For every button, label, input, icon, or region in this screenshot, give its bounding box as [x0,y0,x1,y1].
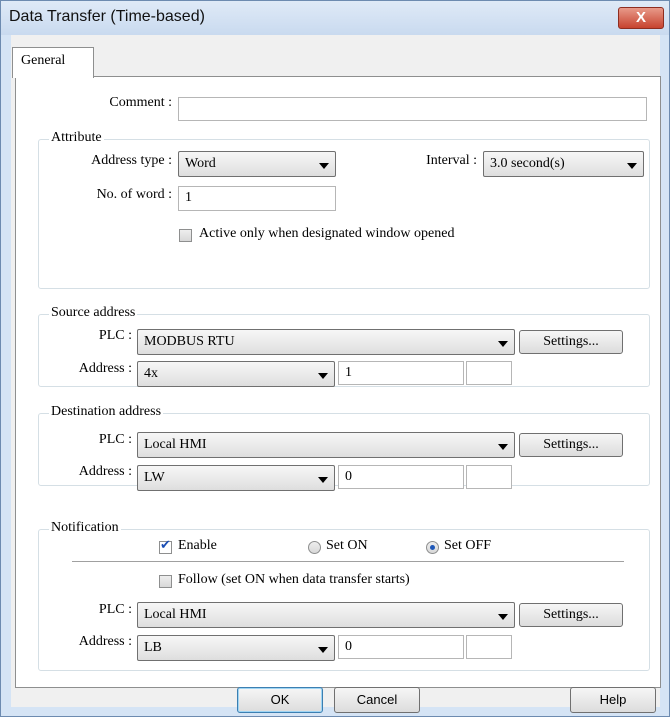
no-of-word-label: No. of word : [96,187,172,202]
chevron-down-icon [318,477,328,483]
source-plc-label: PLC : [98,328,132,343]
address-type-select[interactable]: Word [178,151,336,177]
ok-button[interactable]: OK [237,687,323,713]
notification-address-type-select[interactable]: LB [137,635,335,661]
tab-general[interactable]: General [12,47,94,78]
chevron-down-icon [498,341,508,347]
chevron-down-icon [318,373,328,379]
general-panel: Comment : Attribute Address type : Word … [15,76,661,688]
close-icon: X [635,9,646,26]
notification-plc-select[interactable]: Local HMI [137,602,515,628]
tab-general-label: General [21,53,66,68]
window-title: Data Transfer (Time-based) [9,8,205,25]
active-only-label: Active only when designated window opene… [199,226,455,241]
enable-label: Enable [178,538,217,553]
source-address-input[interactable]: 1 [338,361,464,385]
destination-address-input[interactable]: 0 [338,465,464,489]
chevron-down-icon [498,614,508,620]
destination-address-label: Address : [78,464,132,479]
comment-label: Comment : [109,95,172,110]
notification-address-type-value: LB [144,640,162,655]
source-address-title: Source address [49,305,138,321]
notification-divider [72,561,624,562]
notification-address-extra-input[interactable] [466,635,512,659]
source-address-value: 1 [345,365,352,380]
notification-address-input[interactable]: 0 [338,635,464,659]
follow-checkbox[interactable] [159,575,172,588]
destination-plc-value: Local HMI [144,437,207,452]
notification-plc-label: PLC : [98,602,132,617]
chevron-down-icon [318,647,328,653]
interval-value: 3.0 second(s) [490,156,565,171]
notification-plc-value: Local HMI [144,607,207,622]
source-address-label: Address : [78,361,132,376]
cancel-button[interactable]: Cancel [334,687,420,713]
address-type-label: Address type : [91,153,172,168]
title-bar[interactable]: Data Transfer (Time-based) X [1,1,669,35]
destination-address-extra-input[interactable] [466,465,512,489]
chevron-down-icon [498,444,508,450]
address-type-value: Word [185,156,216,171]
source-plc-select[interactable]: MODBUS RTU [137,329,515,355]
destination-address-title: Destination address [49,404,164,420]
help-button[interactable]: Help [570,687,656,713]
source-address-type-value: 4x [144,366,158,381]
comment-input[interactable] [178,97,647,121]
destination-address-type-value: LW [144,470,165,485]
notification-address-label: Address : [78,634,132,649]
destination-address-value: 0 [345,469,352,484]
destination-plc-label: PLC : [98,432,132,447]
set-on-radio[interactable] [308,541,321,554]
set-off-label: Set OFF [444,538,492,553]
notification-settings-button[interactable]: Settings... [519,603,623,627]
chevron-down-icon [627,163,637,169]
attribute-group-title: Attribute [49,130,104,146]
close-button[interactable]: X [618,7,664,29]
destination-settings-button[interactable]: Settings... [519,433,623,457]
destination-address-type-select[interactable]: LW [137,465,335,491]
no-of-word-input[interactable]: 1 [178,186,336,211]
notification-address-value: 0 [345,639,352,654]
follow-label: Follow (set ON when data transfer starts… [178,572,410,587]
chevron-down-icon [319,163,329,169]
source-address-type-select[interactable]: 4x [137,361,335,387]
destination-plc-select[interactable]: Local HMI [137,432,515,458]
source-plc-value: MODBUS RTU [144,334,235,349]
active-only-checkbox[interactable] [179,229,192,242]
no-of-word-value: 1 [185,190,192,205]
set-off-radio[interactable] [426,541,439,554]
source-address-extra-input[interactable] [466,361,512,385]
notification-title: Notification [49,520,121,536]
interval-label: Interval : [426,153,477,168]
source-settings-button[interactable]: Settings... [519,330,623,354]
set-on-label: Set ON [326,538,368,553]
interval-select[interactable]: 3.0 second(s) [483,151,644,177]
enable-checkbox[interactable] [159,538,172,554]
